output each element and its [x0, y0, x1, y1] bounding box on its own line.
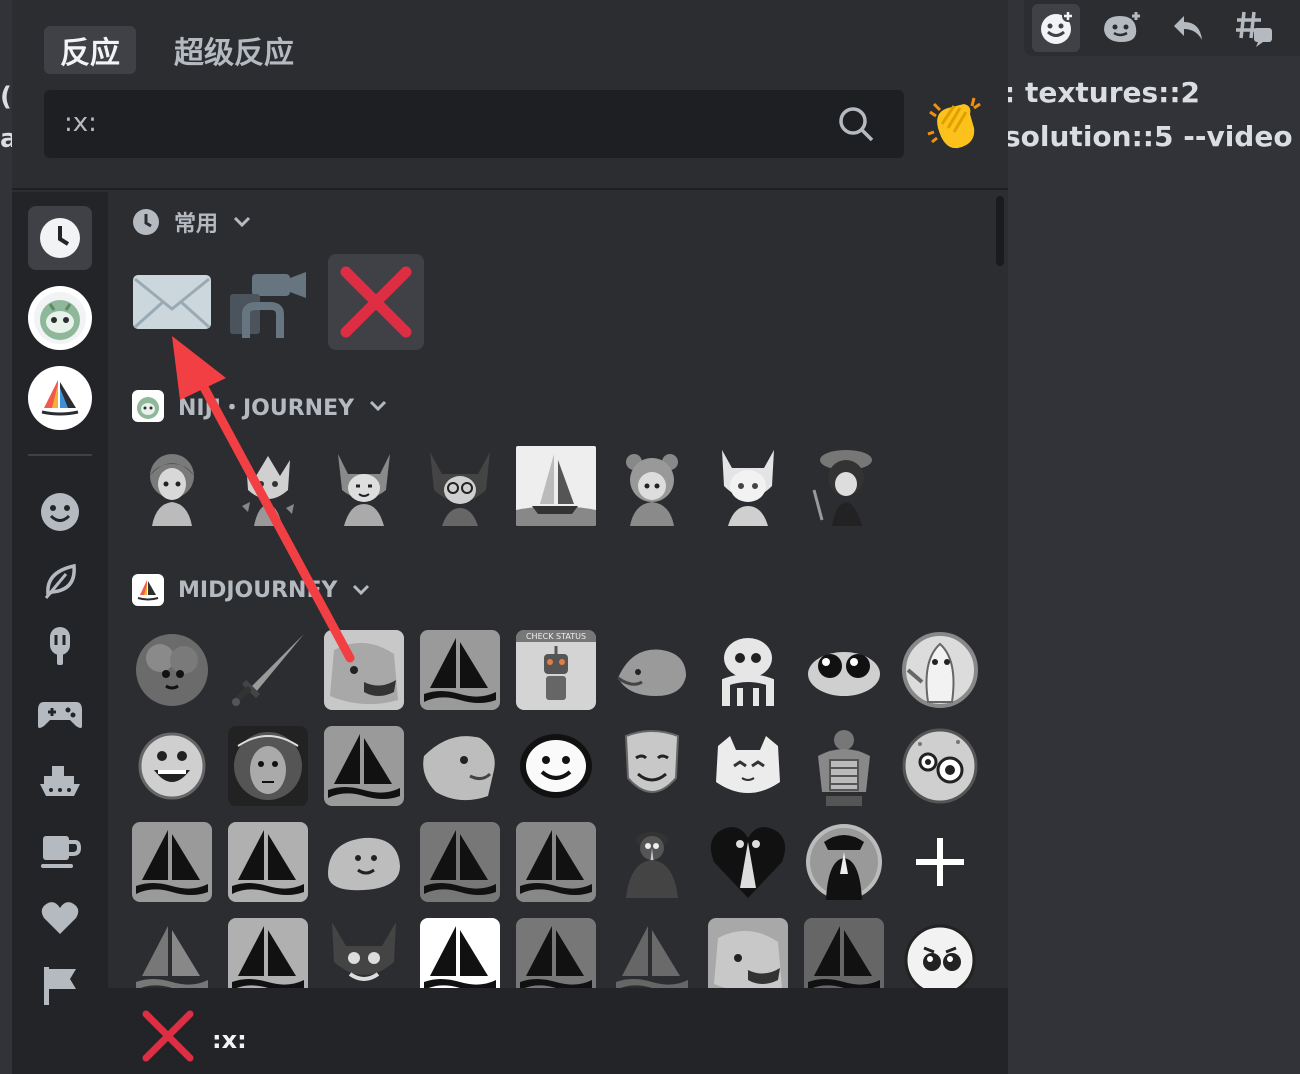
- midjourney-emoji[interactable]: [228, 726, 308, 806]
- emoji-search-input[interactable]: :x:: [44, 90, 904, 158]
- chevron-down-icon: [369, 400, 387, 412]
- midjourney-emoji[interactable]: [516, 822, 596, 902]
- section-title: 常用: [174, 212, 219, 237]
- midjourney-emoji[interactable]: [228, 822, 308, 902]
- niji-emoji[interactable]: [228, 446, 308, 526]
- midjourney-emoji[interactable]: [804, 822, 884, 902]
- chevron-down-icon: [353, 584, 370, 596]
- picker-header: 反应 超级反应 :x:: [12, 0, 1008, 190]
- midjourney-emoji[interactable]: [516, 726, 596, 806]
- midjourney-emoji[interactable]: [324, 918, 404, 988]
- sidebar-divider: [28, 454, 92, 456]
- clock-icon: [133, 209, 159, 235]
- niji-emoji[interactable]: [804, 446, 884, 526]
- section-title: MIDJOURNEY: [178, 577, 338, 603]
- niji-journey-mini-icon: [132, 390, 164, 422]
- chat-background: [1008, 0, 1300, 1074]
- tab-super-reactions[interactable]: 超级反应: [158, 26, 310, 74]
- niji-journey-guild-icon[interactable]: [28, 286, 92, 350]
- add-super-reaction-icon[interactable]: [1098, 4, 1146, 52]
- section-header-midjourney[interactable]: MIDJOURNEY: [132, 572, 371, 608]
- midjourney-emoji[interactable]: [708, 918, 788, 988]
- search-value: :x:: [64, 108, 97, 138]
- midjourney-emoji[interactable]: [804, 630, 884, 710]
- section-header-niji[interactable]: NIJI・JOURNEY: [132, 388, 388, 424]
- niji-emoji[interactable]: [132, 446, 212, 526]
- midjourney-emoji[interactable]: [804, 918, 884, 988]
- midjourney-emoji[interactable]: [132, 726, 212, 806]
- midjourney-emoji[interactable]: [804, 726, 884, 806]
- emoji-preview-name: :x:: [212, 1026, 247, 1054]
- scrollbar[interactable]: [996, 196, 1004, 266]
- svg-text:CHECK STATUS: CHECK STATUS: [526, 632, 586, 641]
- midjourney-emoji[interactable]: [900, 630, 980, 710]
- midjourney-emoji[interactable]: [420, 630, 500, 710]
- midjourney-emoji[interactable]: [420, 726, 500, 806]
- midjourney-emoji[interactable]: [324, 630, 404, 710]
- midjourney-emoji[interactable]: [132, 822, 212, 902]
- emoji-picker: 反应 超级反应 :x: 常用 NIJI・JOURNEY MIDJOURNEY C…: [12, 0, 1008, 1074]
- niji-emoji[interactable]: [708, 446, 788, 526]
- midjourney-emoji[interactable]: [612, 918, 692, 988]
- emoji-preview-footer: :x:: [108, 988, 1008, 1074]
- midjourney-emoji[interactable]: [324, 822, 404, 902]
- midjourney-emoji[interactable]: [708, 822, 788, 902]
- emoji-movie-camera[interactable]: [226, 262, 306, 342]
- search-icon[interactable]: [836, 104, 876, 148]
- midjourney-emoji[interactable]: [900, 918, 980, 988]
- midjourney-emoji[interactable]: [420, 918, 500, 988]
- niji-emoji[interactable]: [324, 446, 404, 526]
- midjourney-emoji[interactable]: [612, 822, 692, 902]
- flag-icon[interactable]: [28, 954, 92, 1018]
- midjourney-emoji[interactable]: [132, 918, 212, 988]
- background-left-strip: [0, 0, 12, 1074]
- controller-icon[interactable]: [28, 682, 92, 746]
- category-sidebar: [12, 192, 108, 1074]
- background-text-fragment: (: [0, 82, 12, 112]
- midjourney-emoji[interactable]: [708, 726, 788, 806]
- midjourney-emoji[interactable]: [708, 630, 788, 710]
- midjourney-emoji[interactable]: [612, 630, 692, 710]
- popsicle-icon[interactable]: [28, 614, 92, 678]
- add-emoji-icon[interactable]: [900, 822, 980, 902]
- emoji-grid: 常用 NIJI・JOURNEY MIDJOURNEY CHECK STATUS: [108, 192, 1008, 988]
- niji-emoji[interactable]: [612, 446, 692, 526]
- midjourney-emoji[interactable]: [516, 918, 596, 988]
- section-title: NIJI・JOURNEY: [178, 396, 355, 421]
- heart-icon[interactable]: [28, 886, 92, 950]
- midjourney-emoji[interactable]: [900, 726, 980, 806]
- emoji-envelope[interactable]: [132, 262, 212, 342]
- tab-reactions[interactable]: 反应: [44, 26, 136, 74]
- chevron-down-icon: [233, 216, 251, 228]
- add-reaction-icon[interactable]: [1032, 4, 1080, 52]
- smiley-icon[interactable]: [28, 480, 92, 544]
- emoji-cross-mark[interactable]: [328, 254, 424, 350]
- midjourney-emoji[interactable]: [132, 630, 212, 710]
- midjourney-emoji[interactable]: [420, 822, 500, 902]
- clapping-hands-icon[interactable]: [924, 94, 984, 158]
- frequently-used-icon[interactable]: [28, 206, 92, 270]
- midjourney-mini-icon: [132, 574, 164, 606]
- midjourney-emoji[interactable]: [324, 726, 404, 806]
- midjourney-guild-icon[interactable]: [28, 366, 92, 430]
- midjourney-emoji[interactable]: CHECK STATUS: [516, 630, 596, 710]
- create-thread-icon[interactable]: [1230, 4, 1278, 52]
- chat-message-line: solution::5 --video: [1004, 120, 1293, 153]
- chat-message-line: : textures::2: [1004, 76, 1201, 109]
- coffee-icon[interactable]: [28, 818, 92, 882]
- section-header-frequent[interactable]: 常用: [132, 204, 252, 240]
- message-toolbar: [1024, 0, 1300, 56]
- midjourney-emoji[interactable]: [228, 918, 308, 988]
- midjourney-emoji[interactable]: [612, 726, 692, 806]
- boat-icon[interactable]: [28, 750, 92, 814]
- cross-mark-icon: [140, 1008, 196, 1068]
- midjourney-emoji[interactable]: [228, 630, 308, 710]
- reply-icon[interactable]: [1164, 4, 1212, 52]
- niji-emoji[interactable]: [420, 446, 500, 526]
- niji-emoji[interactable]: [516, 446, 596, 526]
- leaf-icon[interactable]: [28, 548, 92, 612]
